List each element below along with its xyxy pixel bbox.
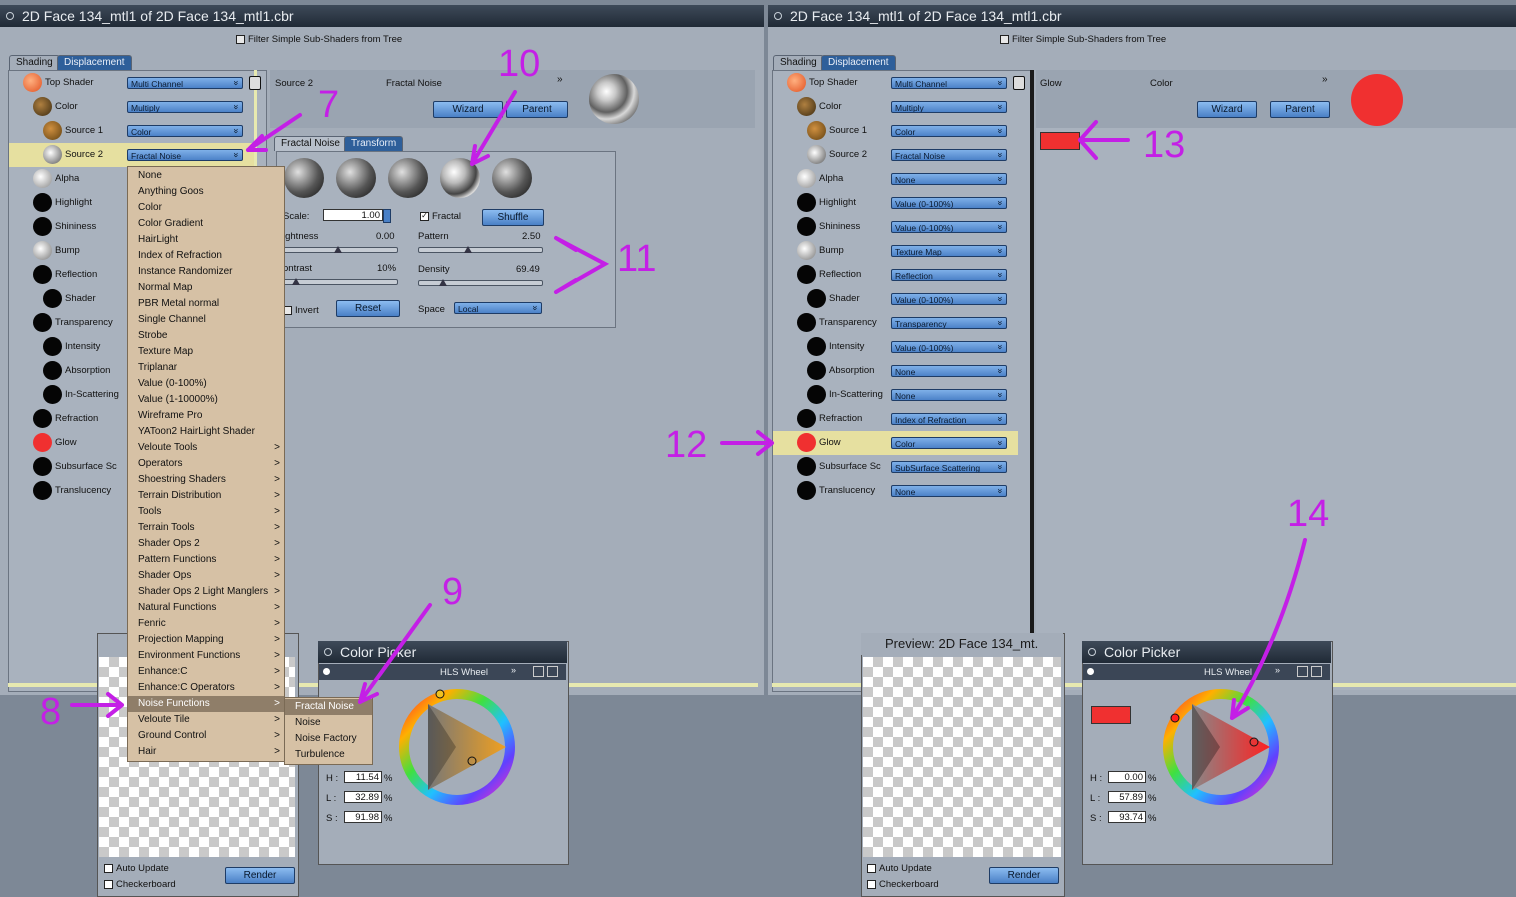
arrow-12: [720, 430, 774, 456]
annotation-13: 13: [1143, 124, 1186, 166]
arrow-10: [470, 90, 517, 166]
annotation-14: 14: [1287, 493, 1330, 535]
arrow-11: [554, 236, 610, 294]
annotation-8: 8: [40, 691, 62, 733]
annotation-9: 9: [442, 571, 464, 613]
annotation-10: 10: [498, 43, 541, 85]
annotation-arrows: [70, 90, 1307, 720]
annotation-7: 7: [318, 84, 340, 126]
arrow-14: [1230, 538, 1307, 720]
arrow-13: [1078, 120, 1130, 160]
arrow-8: [70, 692, 124, 718]
annotation-12: 12: [665, 424, 708, 466]
arrow-7: [246, 113, 302, 152]
annotation-11: 11: [617, 238, 657, 280]
arrow-9: [358, 603, 432, 704]
